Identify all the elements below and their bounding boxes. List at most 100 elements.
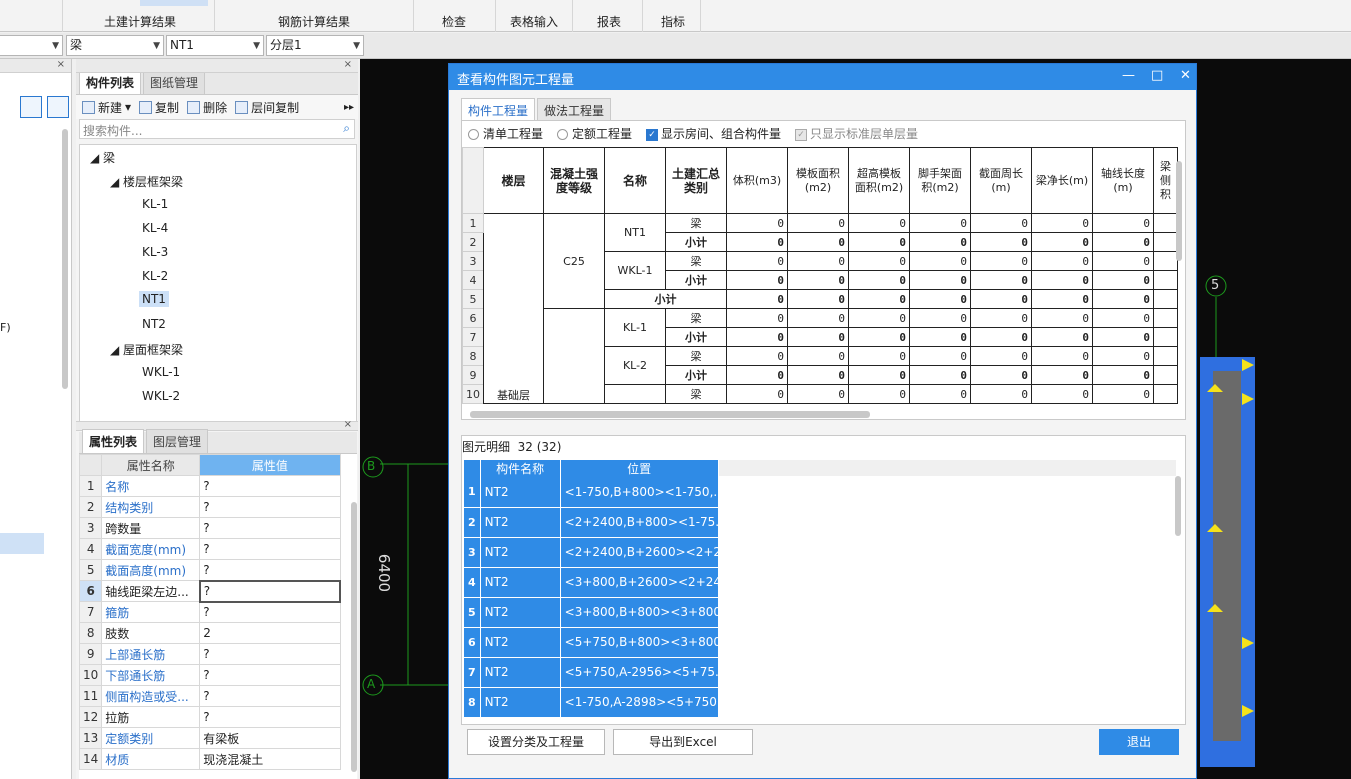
property-value[interactable]: ? (199, 559, 341, 581)
more-icon[interactable]: ▸▸ (344, 102, 354, 113)
show-rooms-checkbox[interactable]: ✓ 显示房间、组合构件量 (646, 125, 781, 142)
tree-node-roof-frame-beam[interactable]: ◢ 屋面框架梁 (110, 341, 183, 358)
tab-report[interactable]: 报表 (597, 13, 621, 30)
tree-node-beam[interactable]: ◢ 梁 (90, 149, 115, 166)
table-row[interactable]: 10 下部通长筋? (78, 664, 341, 686)
tab-layer-manage[interactable]: 图层管理 (146, 429, 209, 453)
tree-item-selected[interactable]: NT1 (139, 291, 169, 307)
property-value[interactable]: ? (198, 579, 342, 603)
table-row[interactable]: 14 材质 现浇混凝土 (78, 748, 341, 770)
table-row[interactable]: 5 截面高度(mm)? (78, 559, 341, 581)
tree-item[interactable]: KL-4 (142, 221, 168, 235)
tab-indicator[interactable]: 指标 (661, 13, 685, 30)
set-classification-button[interactable]: 设置分类及工程量 (467, 729, 605, 755)
table-row[interactable]: 7 NT2 <5+750,A-2956><5+75... (464, 657, 719, 688)
tab-check[interactable]: 检查 (442, 13, 466, 30)
type-combo[interactable]: 梁 ▼ (66, 35, 164, 56)
property-value[interactable]: ? (199, 475, 341, 497)
minimize-icon[interactable]: — (1122, 68, 1135, 83)
table-row[interactable]: 8 NT2 <1-750,A-2898><5+750... (464, 687, 719, 718)
nav-selected-item[interactable] (0, 533, 44, 554)
table-row[interactable]: 3 跨数量? (78, 517, 341, 539)
value-cell (1153, 251, 1178, 271)
bill-radio[interactable]: 清单工程量 (468, 125, 543, 142)
copy-floor-button[interactable]: 层间复制 (235, 99, 299, 116)
property-value[interactable]: 有梁板 (199, 727, 341, 749)
tree-item[interactable]: KL-3 (142, 245, 168, 259)
property-value[interactable]: ? (199, 664, 341, 686)
value-cell: 0 (1031, 270, 1093, 290)
tab-civil-results[interactable]: 土建计算结果 (104, 13, 176, 30)
list-view-icon[interactable] (20, 96, 42, 118)
table-row[interactable]: 6 轴线距梁左边...? (78, 579, 342, 603)
component-combo[interactable]: NT1 ▼ (166, 35, 264, 56)
close-icon[interactable]: ✕ (1180, 68, 1191, 83)
row-number: 6 (464, 627, 481, 658)
delete-button[interactable]: 删除 (187, 99, 227, 116)
table-row[interactable]: 5 NT2 <3+800,B+800><3+800... (464, 597, 719, 628)
floor-combo[interactable]: ▼ (0, 35, 63, 56)
position-cell: <1-750,A-2898><5+750... (560, 687, 719, 718)
scrollbar[interactable] (1176, 161, 1182, 261)
tree-item[interactable]: KL-1 (142, 197, 168, 211)
std-only-checkbox[interactable]: ✓ 只显示标准层单层量 (795, 125, 918, 142)
tree-item[interactable]: WKL-1 (142, 365, 180, 379)
table-row[interactable]: 1 NT2 <1-750,B+800><1-750,... (464, 477, 719, 508)
value-cell (1153, 384, 1178, 404)
close-icon[interactable]: × (344, 419, 352, 430)
table-row[interactable]: 9 上部通长筋? (78, 643, 341, 665)
table-row[interactable]: 1 基础层 C25 NT1 梁 0 0 0 0 0 0 0 (462, 213, 1178, 404)
table-row[interactable]: 13 定额类别 有梁板 (78, 727, 341, 749)
table-row[interactable]: 12 拉筋? (78, 706, 341, 728)
property-value[interactable]: ? (199, 685, 341, 707)
property-value[interactable]: ? (199, 706, 341, 728)
property-value[interactable]: 现浇混凝土 (199, 748, 341, 770)
table-row[interactable]: 1 名称? (78, 475, 341, 497)
value-cell: 0 (970, 232, 1032, 252)
exit-button[interactable]: 退出 (1099, 729, 1179, 755)
property-value[interactable]: ? (199, 601, 341, 623)
table-row[interactable]: 4 截面宽度(mm)? (78, 538, 341, 560)
search-input[interactable]: 搜索构件... ⌕ (79, 119, 355, 139)
new-button[interactable]: 新建 ▾ (82, 99, 131, 116)
property-value[interactable]: ? (199, 538, 341, 560)
quota-radio[interactable]: 定额工程量 (557, 125, 632, 142)
table-row[interactable]: 6 KL-1 梁 0 0 0 0 0 0 0 (462, 308, 1178, 404)
scrollbar[interactable] (470, 411, 870, 418)
scrollbar[interactable] (351, 502, 357, 772)
value-cell: 0 (726, 365, 788, 385)
tab-property-list[interactable]: 属性列表 (82, 429, 145, 453)
table-row[interactable]: 3 NT2 <2+2400,B+2600><2+2... (464, 537, 719, 568)
tree-item[interactable]: WKL-2 (142, 389, 180, 403)
property-value[interactable]: ? (199, 496, 341, 518)
value-cell: 0 (909, 346, 971, 366)
close-icon[interactable]: × (57, 59, 65, 70)
maximize-icon[interactable]: □ (1151, 68, 1163, 83)
export-excel-button[interactable]: 导出到Excel (613, 729, 753, 755)
table-row[interactable]: 8 肢数 2 (78, 622, 341, 644)
scrollbar[interactable] (1175, 476, 1181, 536)
property-name: 截面宽度(mm) (101, 538, 201, 560)
scrollbar[interactable] (62, 129, 68, 389)
table-row[interactable]: 2 结构类别? (78, 496, 341, 518)
table-row[interactable]: 4 NT2 <3+800,B+2600><2+24... (464, 567, 719, 598)
copy-button[interactable]: 复制 (139, 99, 179, 116)
table-row[interactable]: 11 侧面构造或受...? (78, 685, 341, 707)
table-row[interactable]: 6 NT2 <5+750,B+800><3+800... (464, 627, 719, 658)
property-value[interactable]: 2 (199, 622, 341, 644)
tab-component-list[interactable]: 构件列表 (79, 70, 142, 94)
table-row[interactable]: 7 箍筋? (78, 601, 341, 623)
value-cell: 0 (970, 384, 1032, 404)
close-icon[interactable]: × (344, 59, 352, 70)
property-value[interactable]: ? (199, 643, 341, 665)
tab-drawing-manage[interactable]: 图纸管理 (143, 70, 206, 94)
property-value[interactable]: ? (199, 517, 341, 539)
tree-item[interactable]: KL-2 (142, 269, 168, 283)
tree-node-floor-frame-beam[interactable]: ◢ 楼层框架梁 (110, 173, 183, 190)
grid-view-icon[interactable] (47, 96, 69, 118)
tab-rebar-results[interactable]: 钢筋计算结果 (278, 13, 350, 30)
tab-table-input[interactable]: 表格输入 (510, 13, 558, 30)
layer-combo[interactable]: 分层1 ▼ (266, 35, 364, 56)
tree-item[interactable]: NT2 (142, 317, 166, 331)
table-row[interactable]: 2 NT2 <2+2400,B+800><1-75... (464, 507, 719, 538)
